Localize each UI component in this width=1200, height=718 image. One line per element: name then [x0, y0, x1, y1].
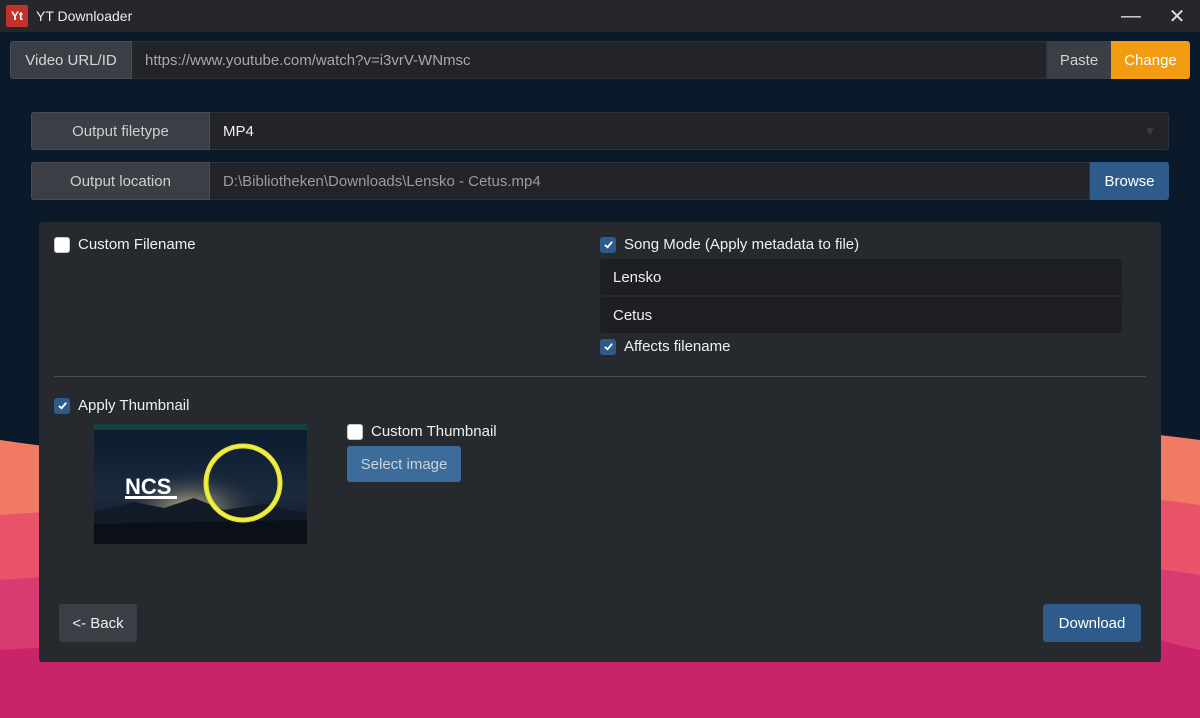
output-location-label: Output location [31, 162, 210, 200]
paste-button[interactable]: Paste [1047, 41, 1111, 79]
artist-input[interactable]: Lensko [600, 259, 1122, 295]
checkmark-icon [57, 402, 67, 410]
apply-thumbnail-option[interactable]: Apply Thumbnail [54, 397, 189, 414]
output-location-row: Output location D:\Bibliotheken\Download… [31, 162, 1169, 200]
checkmark-icon [603, 343, 613, 351]
song-mode-label: Song Mode (Apply metadata to file) [624, 236, 860, 253]
app-logo-icon: Yt [6, 5, 28, 27]
output-filetype-select[interactable]: MP4 ▼ [210, 112, 1169, 150]
section-divider [54, 376, 1146, 377]
minimize-button[interactable]: — [1108, 0, 1154, 32]
select-image-button[interactable]: Select image [347, 446, 461, 482]
checkmark-icon [603, 241, 613, 249]
output-location-input[interactable]: D:\Bibliotheken\Downloads\Lensko - Cetus… [210, 162, 1090, 200]
ncs-logo-text: NCS [125, 474, 171, 499]
custom-filename-label: Custom Filename [78, 236, 196, 253]
output-filetype-row: Output filetype MP4 ▼ [31, 112, 1169, 150]
custom-thumbnail-label: Custom Thumbnail [371, 423, 497, 440]
apply-thumbnail-checkbox[interactable] [54, 397, 70, 414]
output-filetype-label: Output filetype [31, 112, 210, 150]
song-mode-option[interactable]: Song Mode (Apply metadata to file) [600, 236, 859, 253]
affects-filename-option[interactable]: Affects filename [600, 338, 730, 355]
affects-filename-label: Affects filename [624, 338, 731, 355]
thumbnail-image: NCS [94, 424, 307, 544]
url-bar: Video URL/ID https://www.youtube.com/wat… [10, 41, 1190, 79]
options-panel: Custom Filename Song Mode (Apply metadat… [39, 222, 1161, 662]
title-bar: Yt YT Downloader — ✕ [0, 0, 1200, 32]
video-url-label: Video URL/ID [10, 41, 132, 79]
custom-thumbnail-option[interactable]: Custom Thumbnail [347, 423, 497, 440]
window-title: YT Downloader [36, 8, 133, 24]
close-button[interactable]: ✕ [1154, 0, 1200, 32]
chevron-down-icon: ▼ [1144, 124, 1156, 138]
browse-button[interactable]: Browse [1090, 162, 1169, 200]
back-button[interactable]: <- Back [59, 604, 137, 642]
custom-filename-checkbox[interactable] [54, 236, 70, 253]
affects-filename-checkbox[interactable] [600, 338, 616, 355]
download-button[interactable]: Download [1043, 604, 1141, 642]
apply-thumbnail-label: Apply Thumbnail [78, 397, 190, 414]
output-filetype-value: MP4 [223, 122, 254, 140]
custom-filename-option[interactable]: Custom Filename [54, 236, 196, 253]
video-url-input[interactable]: https://www.youtube.com/watch?v=i3vrV-WN… [132, 41, 1047, 79]
thumbnail-preview: NCS [94, 424, 307, 544]
song-mode-checkbox[interactable] [600, 236, 616, 253]
song-title-input[interactable]: Cetus [600, 297, 1122, 333]
custom-thumbnail-checkbox[interactable] [347, 423, 363, 440]
change-button[interactable]: Change [1111, 41, 1190, 79]
